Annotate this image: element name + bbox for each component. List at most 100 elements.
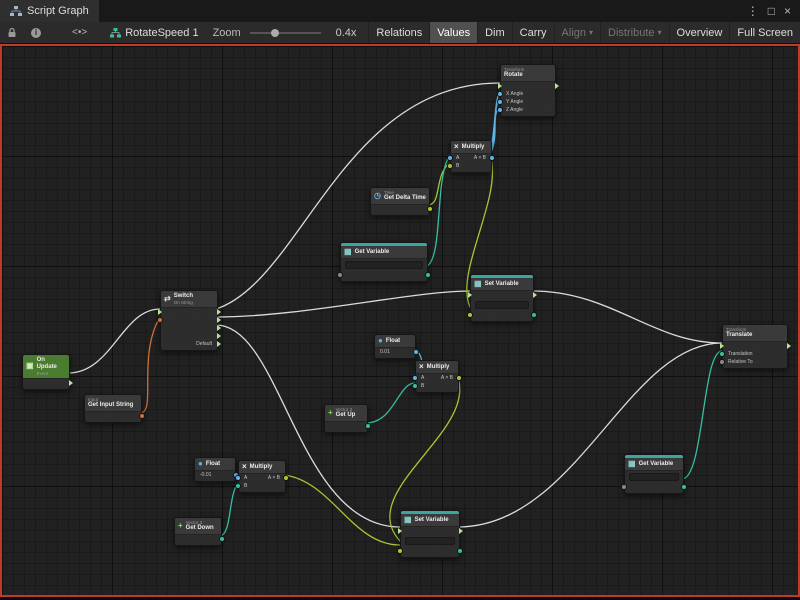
node-vector3-get-up[interactable]: +Vector 3Get Up [324, 404, 368, 433]
node-title-group: TimeGet Delta Time [384, 190, 426, 202]
y-angle-in-port[interactable] [498, 100, 502, 104]
node-field[interactable] [345, 261, 423, 269]
port-label: B [244, 484, 247, 489]
flow-in-port[interactable] [468, 292, 472, 298]
flow-out-4-port[interactable] [217, 333, 221, 339]
flow-out-1-port[interactable] [217, 309, 221, 315]
flow-in-port[interactable] [498, 83, 502, 89]
zoom-slider-handle[interactable] [271, 29, 279, 37]
node-float-2[interactable]: ●Float-0.01 [194, 457, 236, 482]
selector-in-port[interactable] [158, 318, 162, 322]
product-out-port[interactable] [284, 476, 288, 480]
a-in-port[interactable] [413, 376, 417, 380]
name-in-port[interactable] [338, 273, 342, 277]
node-multiply-3[interactable]: ×MultiplyAA × BB [238, 460, 286, 493]
b-in-port[interactable] [236, 484, 240, 488]
product-out-port[interactable] [490, 156, 494, 160]
node-rotate[interactable]: TransformRotateX AngleY AngleZ Angle [500, 64, 556, 117]
node-set-variable-1[interactable]: ▦Set Variable [470, 274, 534, 322]
flow-out-3-port[interactable] [217, 325, 221, 331]
node-subtitle: On String [174, 300, 193, 305]
node-field[interactable] [629, 473, 679, 481]
node-float-1[interactable]: ●Float0.01 [374, 334, 416, 359]
node-vector3-get-down[interactable]: +Vector 3Get Down [174, 517, 222, 546]
toolbar-button-dim[interactable]: Dim [477, 22, 512, 43]
port-label: Y Angle [506, 100, 523, 105]
graph-breadcrumb[interactable]: RotateSpeed 1 [94, 27, 206, 39]
z-angle-in-port[interactable] [498, 108, 502, 112]
edge-teal [682, 351, 722, 479]
toolbar-button-label: Carry [520, 27, 547, 39]
close-icon[interactable]: × [784, 4, 791, 18]
value-out-port[interactable] [682, 485, 686, 489]
flow-out-port[interactable] [69, 380, 73, 386]
toolbar-button-values[interactable]: Values [429, 22, 477, 43]
toolbar-button-align[interactable]: Align▾ [554, 22, 600, 43]
toolbar-button-relations[interactable]: Relations [368, 22, 429, 43]
a-in-port[interactable] [448, 156, 452, 160]
b-in-port[interactable] [413, 384, 417, 388]
lock-icon[interactable] [0, 27, 24, 38]
node-row [175, 535, 221, 543]
node-title-group: Float [206, 461, 220, 468]
relative-to-in-port[interactable] [720, 360, 724, 364]
node-field[interactable] [475, 301, 529, 309]
code-graph-icon[interactable]: <•> [48, 27, 94, 38]
node-translate[interactable]: TransformTranslateTranslationRelative To [722, 324, 788, 369]
seconds-out-port[interactable] [428, 207, 432, 211]
node-switch-on-string[interactable]: ⇄SwitchOn StringDefault [160, 290, 218, 351]
value-out-port[interactable] [532, 313, 536, 317]
flow-out-port[interactable] [533, 292, 537, 298]
node-row [161, 316, 217, 324]
zoom-slider[interactable] [250, 32, 322, 34]
toolbar-button-distribute[interactable]: Distribute▾ [600, 22, 668, 43]
value-out-port[interactable] [458, 549, 462, 553]
node-row [471, 291, 533, 299]
flow-in-port[interactable] [398, 528, 402, 534]
flow-out-port[interactable] [459, 528, 463, 534]
node-multiply-2[interactable]: ×MultiplyAA × BB [415, 360, 459, 393]
zoom-value: 0.4x [330, 27, 356, 39]
graph-canvas[interactable]: ▣On UpdateEvent InputGet Input String ⇄Swi… [0, 44, 800, 597]
node-title-group: TransformTranslate [726, 327, 752, 339]
value-in-port[interactable] [398, 549, 402, 553]
flow-out-port[interactable] [555, 83, 559, 89]
a-in-port[interactable] [236, 476, 240, 480]
menu-icon[interactable]: ⋮ [747, 4, 759, 18]
monitor-icon: ▣ [26, 362, 34, 370]
value-in-port[interactable] [468, 313, 472, 317]
node-header: TransformTranslate [723, 325, 787, 342]
node-multiply-1[interactable]: ×MultiplyAA × BB [450, 140, 492, 173]
node-title: Float [386, 338, 400, 345]
default-flow-out-port[interactable] [217, 341, 221, 347]
name-in-port[interactable] [622, 485, 626, 489]
node-on-update[interactable]: ▣On UpdateEvent [22, 354, 70, 390]
toolbar-button-overview[interactable]: Overview [669, 22, 730, 43]
flow-in-port[interactable] [720, 343, 724, 349]
product-out-port[interactable] [457, 376, 461, 380]
translation-in-port[interactable] [720, 352, 724, 356]
x-angle-in-port[interactable] [498, 92, 502, 96]
node-field[interactable] [405, 537, 455, 545]
node-get-input-string[interactable]: InputGet Input String [84, 394, 142, 423]
port-label: A × B [474, 156, 486, 161]
tab-script-graph[interactable]: Script Graph [0, 0, 99, 22]
toolbar-button-carry[interactable]: Carry [512, 22, 554, 43]
flow-in-port[interactable] [158, 309, 162, 315]
flow-out-2-port[interactable] [217, 317, 221, 323]
value-out-port[interactable] [414, 350, 418, 354]
node-set-variable-2[interactable]: ▦Set Variable [400, 510, 460, 558]
vector-out-port[interactable] [366, 424, 370, 428]
b-in-port[interactable] [448, 164, 452, 168]
node-get-variable-1[interactable]: ▦Get Variable [340, 242, 428, 282]
string-out-port[interactable] [140, 414, 144, 418]
flow-out-port[interactable] [787, 343, 791, 349]
maximize-icon[interactable]: □ [768, 4, 775, 18]
value-out-port[interactable] [426, 273, 430, 277]
node-get-variable-2[interactable]: ▦Get Variable [624, 454, 684, 494]
switch-icon: ⇄ [164, 295, 171, 303]
vector-out-port[interactable] [220, 537, 224, 541]
toolbar-button-full-screen[interactable]: Full Screen [729, 22, 800, 43]
info-icon[interactable]: i [24, 28, 48, 38]
node-get-delta-time[interactable]: ◷TimeGet Delta Time [370, 187, 430, 216]
